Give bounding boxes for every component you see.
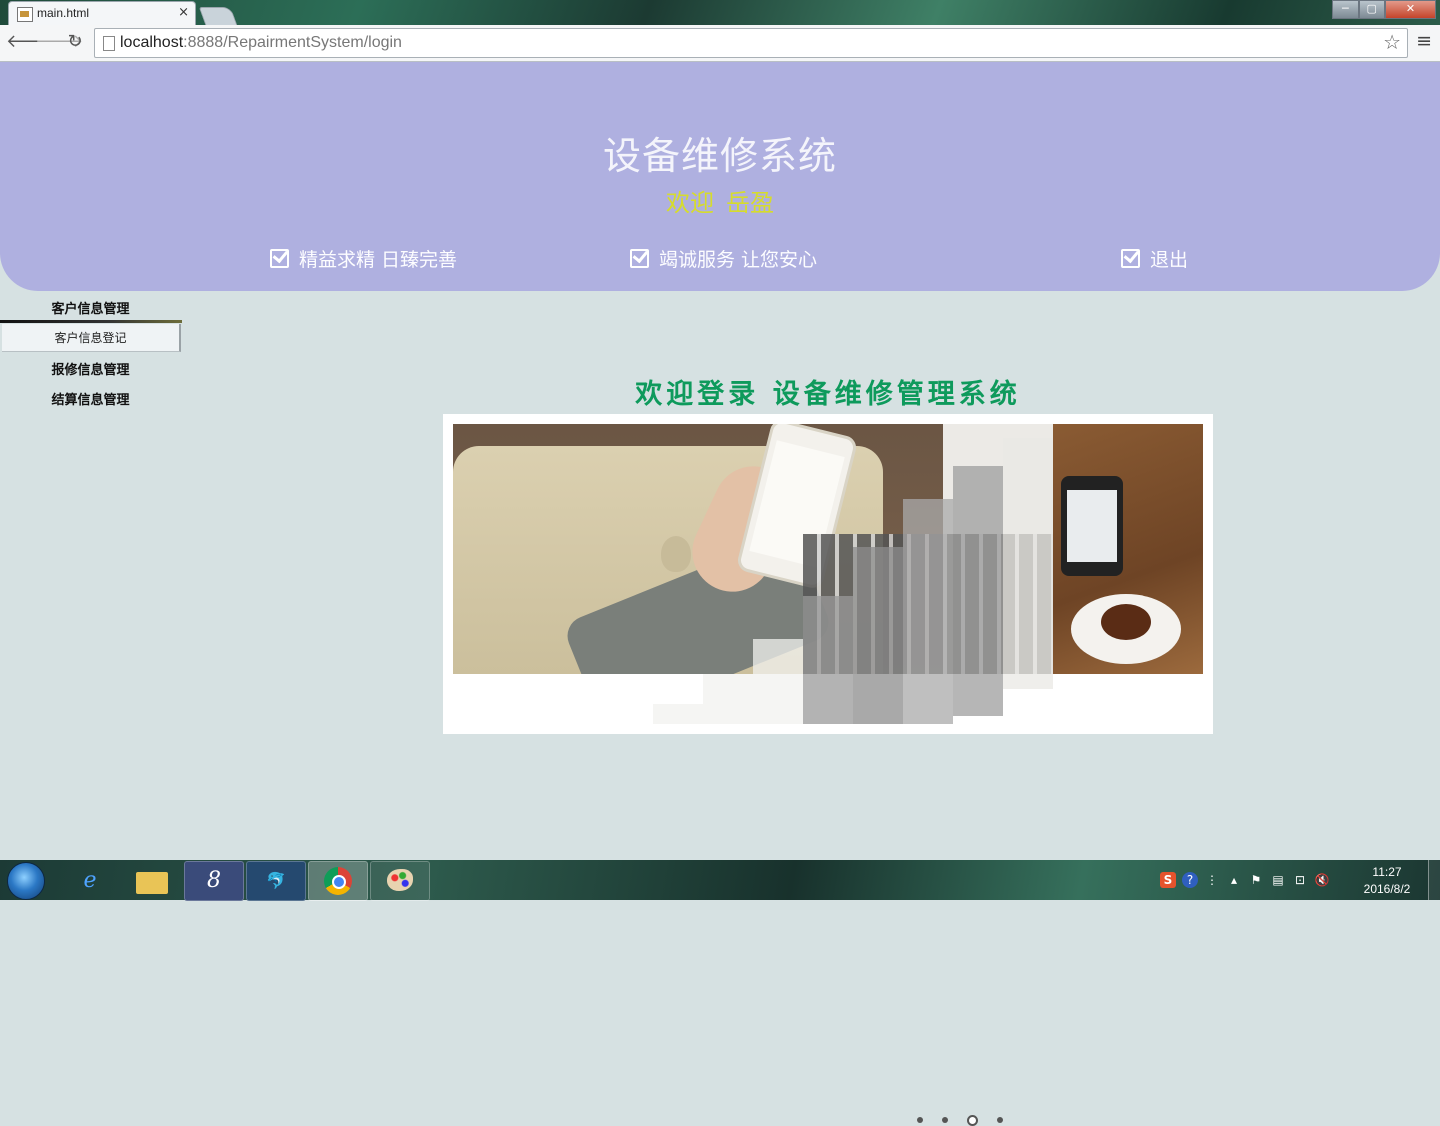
browser-titlebar: main.html × ─ ▢ ✕ xyxy=(0,0,1440,26)
transition-tile xyxy=(753,639,803,724)
transition-tile xyxy=(703,674,753,724)
site-title: 设备维修系统 xyxy=(602,134,837,178)
nav-link-motto-1[interactable]: 精益求精 日臻完善 xyxy=(270,245,457,272)
page-header: 设备维修系统 欢迎 岳盈 精益求精 日臻完善 竭诚服务 让您安心 退出 xyxy=(0,62,1440,291)
browser-toolbar: 🡐 🡒 ↻ localhost:8888/RepairmentSystem/lo… xyxy=(0,25,1440,62)
window-controls: ─ ▢ ✕ xyxy=(1332,0,1436,19)
slider-dot-4[interactable] xyxy=(997,1117,1003,1123)
transition-tile xyxy=(953,466,1003,716)
sogou-ime-icon[interactable]: S xyxy=(1160,872,1176,888)
nav-link-label: 退出 xyxy=(1150,249,1189,271)
welcome-line: 欢迎 岳盈 xyxy=(0,183,1440,218)
slider-dot-1[interactable] xyxy=(917,1117,923,1123)
back-arrow-icon[interactable]: 🡐 xyxy=(6,31,54,53)
sidebar-item-customer-register[interactable]: 客户信息登记 xyxy=(2,324,181,352)
action-center-flag-icon[interactable]: ⚑ xyxy=(1248,872,1264,888)
url-text[interactable]: localhost:8888/RepairmentSystem/login xyxy=(120,34,402,52)
checkbox-icon xyxy=(630,249,649,268)
slider-dots xyxy=(917,1115,1022,1126)
ie-icon[interactable]: e xyxy=(60,861,120,901)
welcome-label: 欢迎 xyxy=(666,189,714,217)
transition-tile xyxy=(1003,438,1053,689)
black-phone-photo xyxy=(1061,476,1123,576)
start-orb-icon[interactable] xyxy=(7,862,45,900)
sidebar-divider xyxy=(0,320,182,323)
tab-main-html[interactable]: main.html × xyxy=(8,1,196,26)
sidebar-group-settlement[interactable]: 结算信息管理 xyxy=(0,389,181,408)
folder-icon[interactable] xyxy=(122,861,182,901)
chrome-icon[interactable] xyxy=(308,861,368,901)
new-tab-button[interactable] xyxy=(198,7,238,25)
taskbar-clock[interactable]: 11:27 2016/8/2 xyxy=(1352,864,1422,898)
maximize-button[interactable]: ▢ xyxy=(1358,0,1385,19)
url-path: :8888/RepairmentSystem/login xyxy=(183,34,402,51)
transition-tile xyxy=(853,547,903,724)
coffee-cup-photo xyxy=(1071,594,1181,664)
tab-close-icon[interactable]: × xyxy=(178,5,189,20)
slider-dot-2[interactable] xyxy=(942,1117,948,1123)
slide-transition-tiles xyxy=(653,424,1053,724)
clock-time: 11:27 xyxy=(1372,865,1402,879)
tray-expand-icon[interactable]: ▴ xyxy=(1226,872,1242,888)
close-window-button[interactable]: ✕ xyxy=(1385,0,1436,19)
help-icon[interactable]: ? xyxy=(1182,872,1198,888)
transition-tile xyxy=(803,596,853,724)
page-favicon-icon xyxy=(17,7,33,22)
page-icon xyxy=(103,36,115,51)
minimize-button[interactable]: ─ xyxy=(1332,0,1359,19)
nav-link-label: 精益求精 日臻完善 xyxy=(299,249,458,271)
app-8-icon[interactable]: 8 xyxy=(184,861,244,901)
checkbox-icon xyxy=(1121,249,1140,268)
tab-title: main.html xyxy=(37,6,90,20)
transition-tile xyxy=(903,499,953,724)
nav-link-label: 竭诚服务 让您安心 xyxy=(659,249,818,271)
main-welcome-title: 欢迎登录 设备维修管理系统 xyxy=(635,379,1021,410)
transition-tile xyxy=(653,704,703,724)
sidebar-group-customer[interactable]: 客户信息管理 xyxy=(0,298,181,317)
clock-date: 2016/8/2 xyxy=(1363,882,1411,896)
user-name: 岳盈 xyxy=(726,189,774,217)
bookmark-star-icon[interactable]: ☆ xyxy=(1383,30,1401,54)
menu-hamburger-icon[interactable]: ≡ xyxy=(1416,30,1432,52)
nav-link-motto-2[interactable]: 竭诚服务 让您安心 xyxy=(630,245,817,272)
device-icon[interactable]: ▤ xyxy=(1270,872,1286,888)
sidebar-group-repair[interactable]: 报修信息管理 xyxy=(0,359,181,378)
show-desktop-button[interactable] xyxy=(1428,860,1440,900)
paint-icon[interactable] xyxy=(370,861,430,901)
network-icon[interactable]: ⊡ xyxy=(1292,872,1308,888)
checkbox-icon xyxy=(270,249,289,268)
logout-link[interactable]: 退出 xyxy=(1121,245,1188,272)
ime-options-icon[interactable]: ⋮ xyxy=(1204,872,1220,888)
address-bar[interactable]: localhost:8888/RepairmentSystem/login ☆ xyxy=(94,28,1408,58)
reload-icon[interactable]: ↻ xyxy=(64,31,86,53)
volume-muted-icon[interactable]: 🔇 xyxy=(1314,872,1330,888)
forward-arrow-icon[interactable]: 🡒 xyxy=(35,31,83,53)
mysql-icon[interactable]: 🐬 xyxy=(246,861,306,901)
slider-dot-3[interactable] xyxy=(967,1115,978,1126)
url-host: localhost xyxy=(120,34,184,51)
system-tray: S ? ⋮ ▴ ⚑ ▤ ⊡ 🔇 xyxy=(1160,868,1336,892)
